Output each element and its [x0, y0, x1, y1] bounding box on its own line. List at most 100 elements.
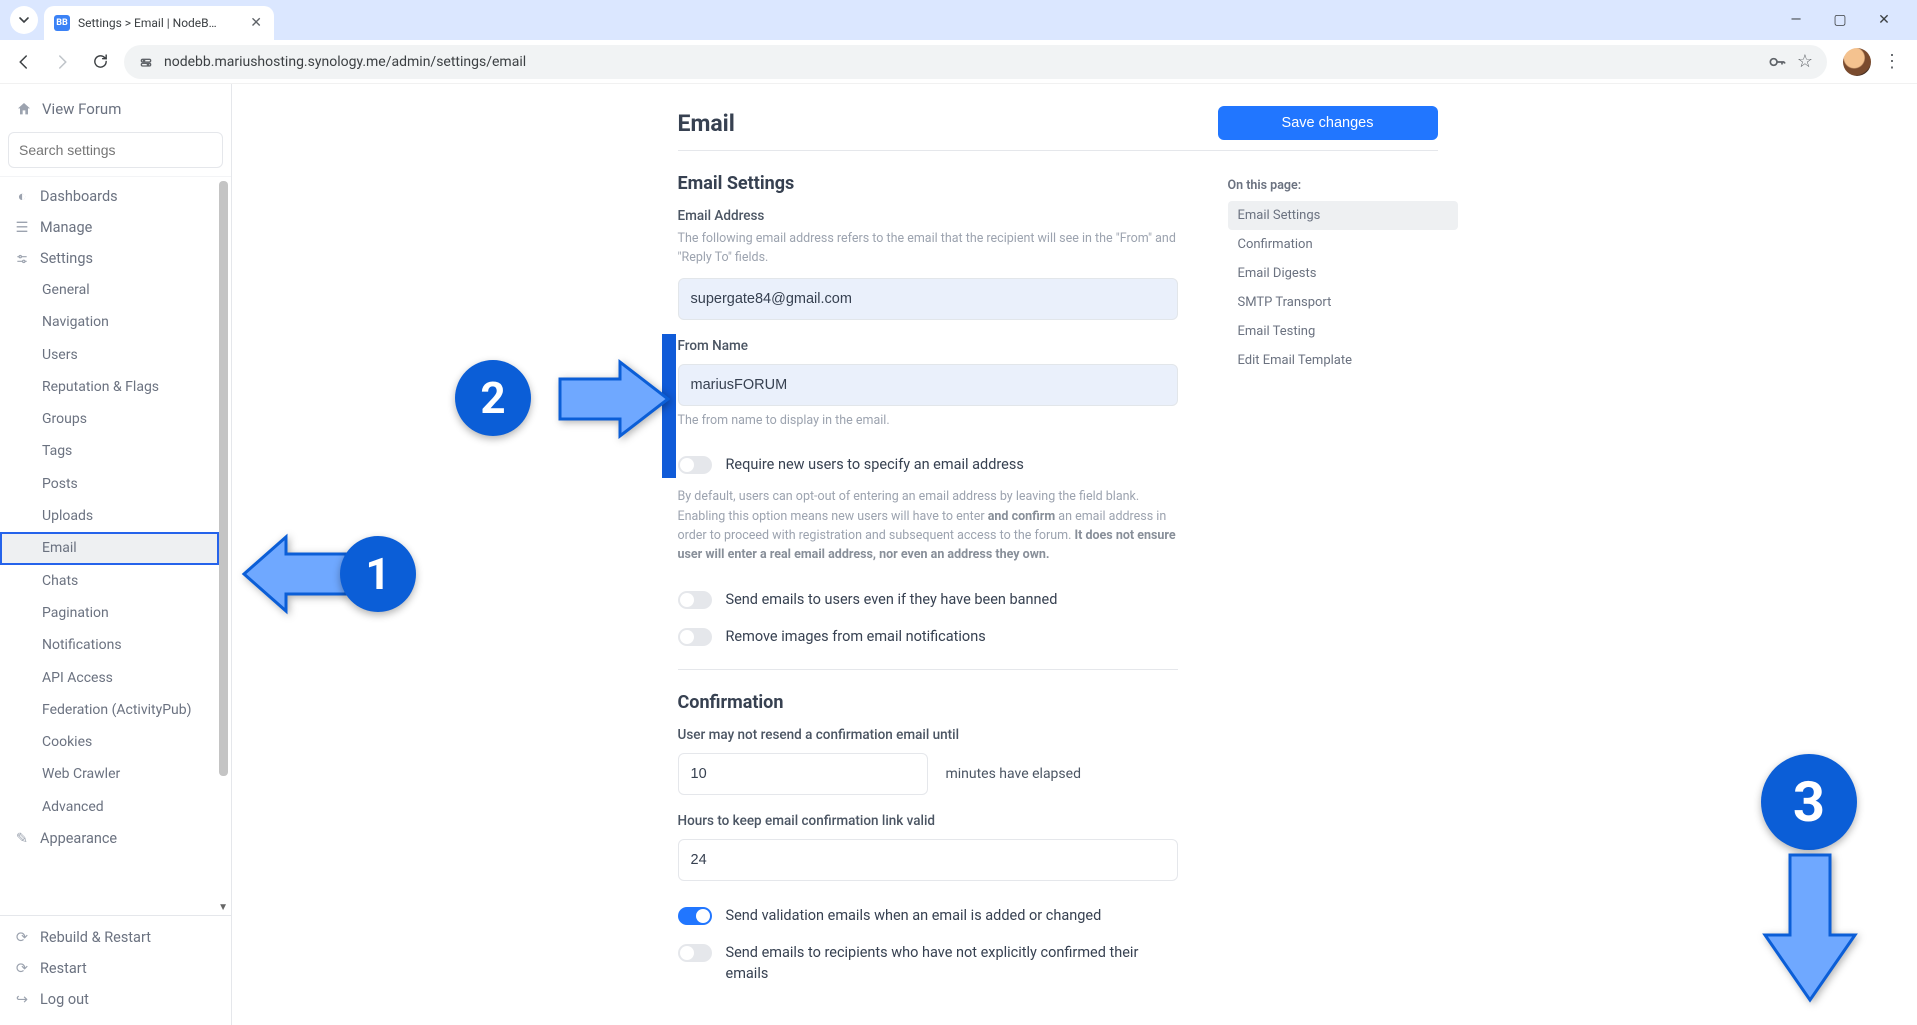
sidebar-item-groups[interactable]: Groups: [0, 403, 219, 435]
confirmation-heading: Confirmation: [678, 692, 1178, 713]
email-address-label: Email Address: [678, 208, 1178, 224]
password-key-icon[interactable]: [1767, 52, 1787, 72]
otp-smtp-transport[interactable]: SMTP Transport: [1228, 288, 1458, 317]
send-banned-toggle[interactable]: [678, 591, 712, 609]
page-title: Email: [678, 110, 735, 137]
sidebar-restart[interactable]: ⟳ Restart: [0, 953, 231, 984]
sidebar-item-notifications[interactable]: Notifications: [0, 629, 219, 661]
site-settings-icon[interactable]: [138, 54, 154, 70]
nav-reload-icon[interactable]: [86, 48, 114, 76]
nav-forward-icon[interactable]: [48, 48, 76, 76]
sidebar-item-users[interactable]: Users: [0, 339, 219, 371]
search-settings-input[interactable]: [8, 132, 223, 168]
send-validation-label: Send validation emails when an email is …: [726, 905, 1102, 926]
sidebar-item-navigation[interactable]: Navigation: [0, 306, 219, 338]
sidebar-label: Rebuild & Restart: [40, 929, 151, 946]
scroll-down-arrow-icon[interactable]: ▼: [218, 902, 228, 913]
window-minimize-icon[interactable]: —: [1783, 12, 1809, 28]
window-maximize-icon[interactable]: ▢: [1827, 12, 1853, 28]
sliders-icon: [14, 252, 30, 266]
logout-icon: ↪: [14, 991, 30, 1008]
otp-email-settings[interactable]: Email Settings: [1228, 201, 1458, 230]
email-address-input[interactable]: [678, 278, 1178, 320]
send-banned-label: Send emails to users even if they have b…: [726, 589, 1058, 610]
sidebar-logout[interactable]: ↪ Log out: [0, 984, 231, 1015]
resend-label: User may not resend a confirmation email…: [678, 727, 1178, 743]
sidebar-item-pagination[interactable]: Pagination: [0, 597, 219, 629]
tab-close-icon[interactable]: ✕: [248, 15, 264, 31]
sidebar-item-posts[interactable]: Posts: [0, 468, 219, 500]
sidebar-item-chats[interactable]: Chats: [0, 565, 219, 597]
sidebar-label: Manage: [40, 219, 92, 236]
from-name-label: From Name: [678, 338, 1178, 354]
view-forum-label: View Forum: [42, 100, 121, 118]
email-address-help: The following email address refers to th…: [678, 230, 1178, 268]
browser-tabstrip: BB Settings > Email | NodeB… ✕ — ▢ ✕: [0, 0, 1917, 40]
sidebar-manage[interactable]: ☰ Manage: [0, 212, 219, 243]
otp-email-digests[interactable]: Email Digests: [1228, 259, 1458, 288]
tab-search-button[interactable]: [10, 6, 38, 34]
sidebar-item-reputation[interactable]: Reputation & Flags: [0, 371, 219, 403]
list-icon: ☰: [14, 219, 30, 236]
from-name-input[interactable]: [678, 364, 1178, 406]
refresh-icon: ⟳: [14, 929, 30, 946]
sidebar-item-api-access[interactable]: API Access: [0, 662, 219, 694]
admin-sidebar: View Forum ▼ ◐ Dashboards ☰ Manage: [0, 84, 232, 1025]
on-this-page-title: On this page:: [1228, 178, 1458, 193]
nav-back-icon[interactable]: [10, 48, 38, 76]
sidebar-item-federation[interactable]: Federation (ActivityPub): [0, 694, 219, 726]
resend-minutes-input[interactable]: [678, 753, 928, 795]
sidebar-item-uploads[interactable]: Uploads: [0, 500, 219, 532]
window-close-icon[interactable]: ✕: [1871, 12, 1897, 28]
sidebar-item-general[interactable]: General: [0, 274, 219, 306]
brush-icon: ✎: [14, 830, 30, 847]
send-validation-toggle[interactable]: [678, 907, 712, 925]
sidebar-dashboards[interactable]: ◐ Dashboards: [0, 181, 219, 212]
email-settings-heading: Email Settings: [678, 173, 1178, 194]
sidebar-scrollbar[interactable]: [219, 181, 228, 776]
send-unconfirmed-label: Send emails to recipients who have not e…: [726, 942, 1178, 984]
refresh-icon: ⟳: [14, 960, 30, 977]
sidebar-item-cookies[interactable]: Cookies: [0, 726, 219, 758]
browser-toolbar: nodebb.mariushosting.synology.me/admin/s…: [0, 40, 1917, 84]
sidebar-label: Restart: [40, 960, 87, 977]
browser-tab[interactable]: BB Settings > Email | NodeB… ✕: [44, 6, 274, 40]
require-email-help: By default, users can opt-out of enterin…: [678, 487, 1178, 565]
sidebar-label: Log out: [40, 991, 89, 1008]
tab-title: Settings > Email | NodeB…: [78, 16, 240, 30]
require-email-label: Require new users to specify an email ad…: [726, 454, 1024, 475]
window-controls: — ▢ ✕: [1783, 0, 1911, 40]
remove-images-toggle[interactable]: [678, 628, 712, 646]
from-name-help: The from name to display in the email.: [678, 412, 1178, 431]
sidebar-label: Dashboards: [40, 188, 118, 205]
resend-suffix: minutes have elapsed: [945, 766, 1081, 782]
view-forum-link[interactable]: View Forum: [8, 94, 223, 124]
hours-valid-label: Hours to keep email confirmation link va…: [678, 813, 1178, 829]
hours-valid-input[interactable]: [678, 839, 1178, 881]
sidebar-rebuild-restart[interactable]: ⟳ Rebuild & Restart: [0, 922, 231, 953]
bookmark-star-icon[interactable]: ☆: [1797, 51, 1813, 72]
home-icon: [16, 101, 32, 117]
content-area: Email Save changes Email Settings Email …: [232, 84, 1903, 1025]
sidebar-item-advanced[interactable]: Advanced: [0, 791, 219, 823]
otp-confirmation[interactable]: Confirmation: [1228, 230, 1458, 259]
url-text: nodebb.mariushosting.synology.me/admin/s…: [164, 54, 1757, 70]
gauge-icon: ◐: [14, 188, 30, 205]
sidebar-appearance[interactable]: ✎ Appearance: [0, 823, 219, 854]
remove-images-label: Remove images from email notifications: [726, 626, 986, 647]
sidebar-item-web-crawler[interactable]: Web Crawler: [0, 758, 219, 790]
tab-favicon: BB: [54, 15, 70, 31]
sidebar-label: Settings: [40, 250, 93, 267]
kebab-menu-icon[interactable]: ⋮: [1883, 51, 1901, 72]
sidebar-settings[interactable]: Settings: [0, 243, 219, 274]
save-changes-button[interactable]: Save changes: [1218, 106, 1438, 140]
sidebar-item-email[interactable]: Email: [0, 532, 219, 564]
require-email-toggle[interactable]: [678, 456, 712, 474]
send-unconfirmed-toggle[interactable]: [678, 944, 712, 962]
otp-edit-template[interactable]: Edit Email Template: [1228, 346, 1458, 375]
sidebar-item-tags[interactable]: Tags: [0, 435, 219, 467]
otp-email-testing[interactable]: Email Testing: [1228, 317, 1458, 346]
url-bar[interactable]: nodebb.mariushosting.synology.me/admin/s…: [124, 45, 1827, 79]
sidebar-label: Appearance: [40, 830, 117, 847]
profile-avatar[interactable]: [1843, 48, 1871, 76]
